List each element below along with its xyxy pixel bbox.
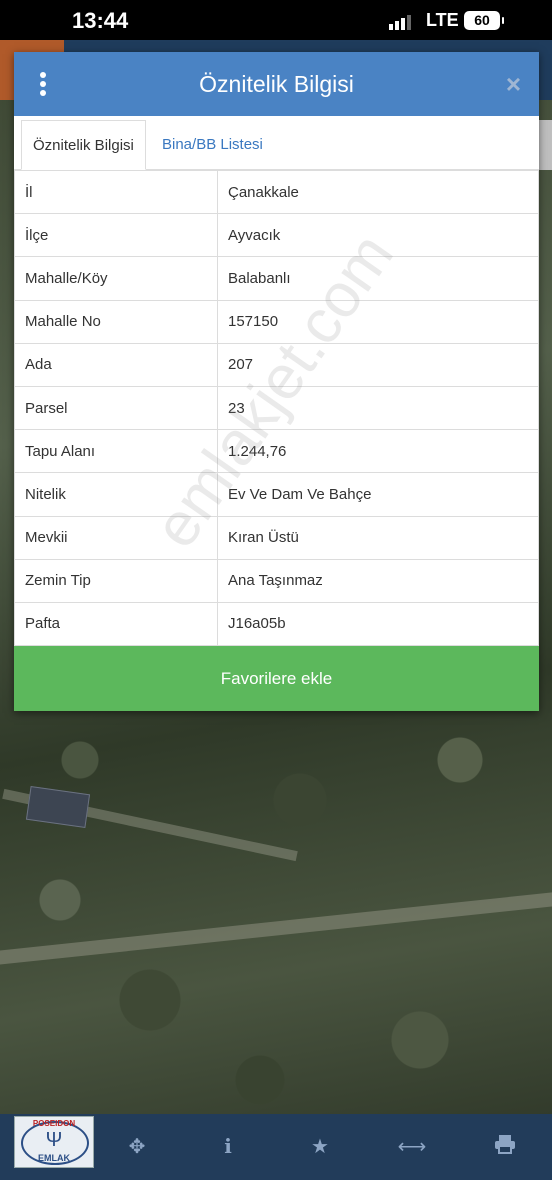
- tab-building-list[interactable]: Bina/BB Listesi: [151, 120, 274, 170]
- row-value: J16a05b: [217, 601, 539, 647]
- signal-icon: [389, 12, 413, 30]
- map-building: [25, 785, 91, 829]
- row-value: 207: [217, 342, 539, 387]
- crosshair-icon[interactable]: ✥: [122, 1134, 152, 1160]
- row-value: Ayvacık: [217, 213, 539, 258]
- row-value: Ev Ve Dam Ve Bahçe: [217, 472, 539, 517]
- row-key: Nitelik: [14, 472, 218, 517]
- close-icon[interactable]: ×: [506, 69, 521, 100]
- map-side-panel: [538, 120, 552, 170]
- row-value: Balabanlı: [217, 256, 539, 301]
- table-row: Mevkii Kıran Üstü: [14, 515, 539, 560]
- row-key: Mahalle/Köy: [14, 256, 218, 301]
- row-key: İl: [14, 169, 218, 215]
- arrows-horizontal-icon[interactable]: ⟷: [397, 1134, 427, 1160]
- bottom-toolbar: POSEIDON Ψ EMLAK ✥ i ★ ⟷: [0, 1114, 552, 1180]
- row-key: Mevkii: [14, 515, 218, 560]
- row-key: Parsel: [14, 385, 218, 431]
- info-icon[interactable]: i: [213, 1134, 243, 1160]
- dialog-title: Öznitelik Bilgisi: [199, 71, 354, 97]
- tab-attribute-info[interactable]: Öznitelik Bilgisi: [21, 120, 146, 170]
- table-row: İl Çanakkale: [14, 169, 539, 215]
- battery-icon: 60: [464, 11, 504, 30]
- row-value: 157150: [217, 299, 539, 344]
- table-row: Mahalle/Köy Balabanlı: [14, 256, 539, 301]
- table-row: Mahalle No 157150: [14, 299, 539, 344]
- map-road: [0, 887, 552, 967]
- row-value: 23: [217, 385, 539, 431]
- dialog-header: Öznitelik Bilgisi ×: [14, 52, 539, 116]
- row-key: Ada: [14, 342, 218, 387]
- row-key: Tapu Alanı: [14, 429, 218, 474]
- star-icon[interactable]: ★: [305, 1134, 335, 1160]
- attribute-dialog: Öznitelik Bilgisi × Öznitelik Bilgisi Bi…: [14, 52, 539, 711]
- table-row: Zemin Tip Ana Taşınmaz: [14, 558, 539, 603]
- add-favorite-button[interactable]: Favorilere ekle: [14, 646, 539, 711]
- status-bar: 13:44 LTE 60: [0, 0, 552, 40]
- clock: 13:44: [72, 8, 129, 33]
- table-row: Nitelik Ev Ve Dam Ve Bahçe: [14, 472, 539, 517]
- row-value: Kıran Üstü: [217, 515, 539, 560]
- poseidon-logo: POSEIDON Ψ EMLAK: [14, 1116, 94, 1168]
- row-key: Pafta: [14, 601, 218, 647]
- row-key: Mahalle No: [14, 299, 218, 344]
- row-value: Çanakkale: [217, 169, 539, 215]
- row-value: Ana Taşınmaz: [217, 558, 539, 603]
- network-type: LTE: [426, 10, 459, 30]
- print-icon[interactable]: [490, 1134, 520, 1160]
- table-row: Parsel 23: [14, 385, 539, 431]
- dialog-tabs: Öznitelik Bilgisi Bina/BB Listesi: [14, 116, 539, 170]
- table-row: Tapu Alanı 1.244,76: [14, 429, 539, 474]
- row-value: 1.244,76: [217, 429, 539, 474]
- row-key: Zemin Tip: [14, 558, 218, 603]
- table-row: Pafta J16a05b: [14, 601, 539, 647]
- table-row: İlçe Ayvacık: [14, 213, 539, 258]
- attribute-table: İl Çanakkale İlçe Ayvacık Mahalle/Köy Balab…: [14, 169, 539, 647]
- table-row: Ada 207: [14, 342, 539, 387]
- row-key: İlçe: [14, 213, 218, 258]
